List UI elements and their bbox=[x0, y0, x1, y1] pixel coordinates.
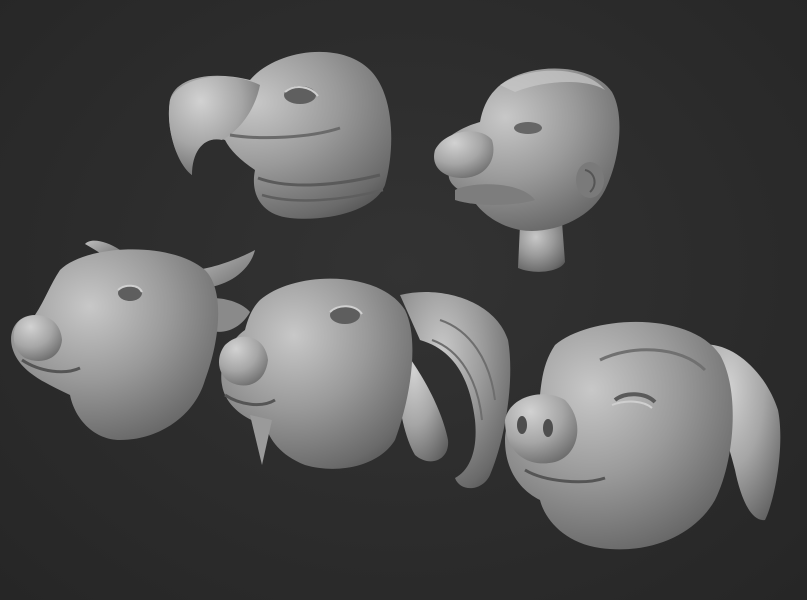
human-head-sculpt bbox=[434, 68, 620, 272]
bull-head-sculpt bbox=[11, 240, 255, 440]
ram-head-sculpt bbox=[218, 278, 511, 489]
pig-head-sculpt bbox=[505, 321, 781, 550]
vulture-head-sculpt bbox=[168, 51, 392, 219]
sculpt-viewport bbox=[0, 0, 807, 600]
sculpt-canvas bbox=[11, 51, 781, 550]
